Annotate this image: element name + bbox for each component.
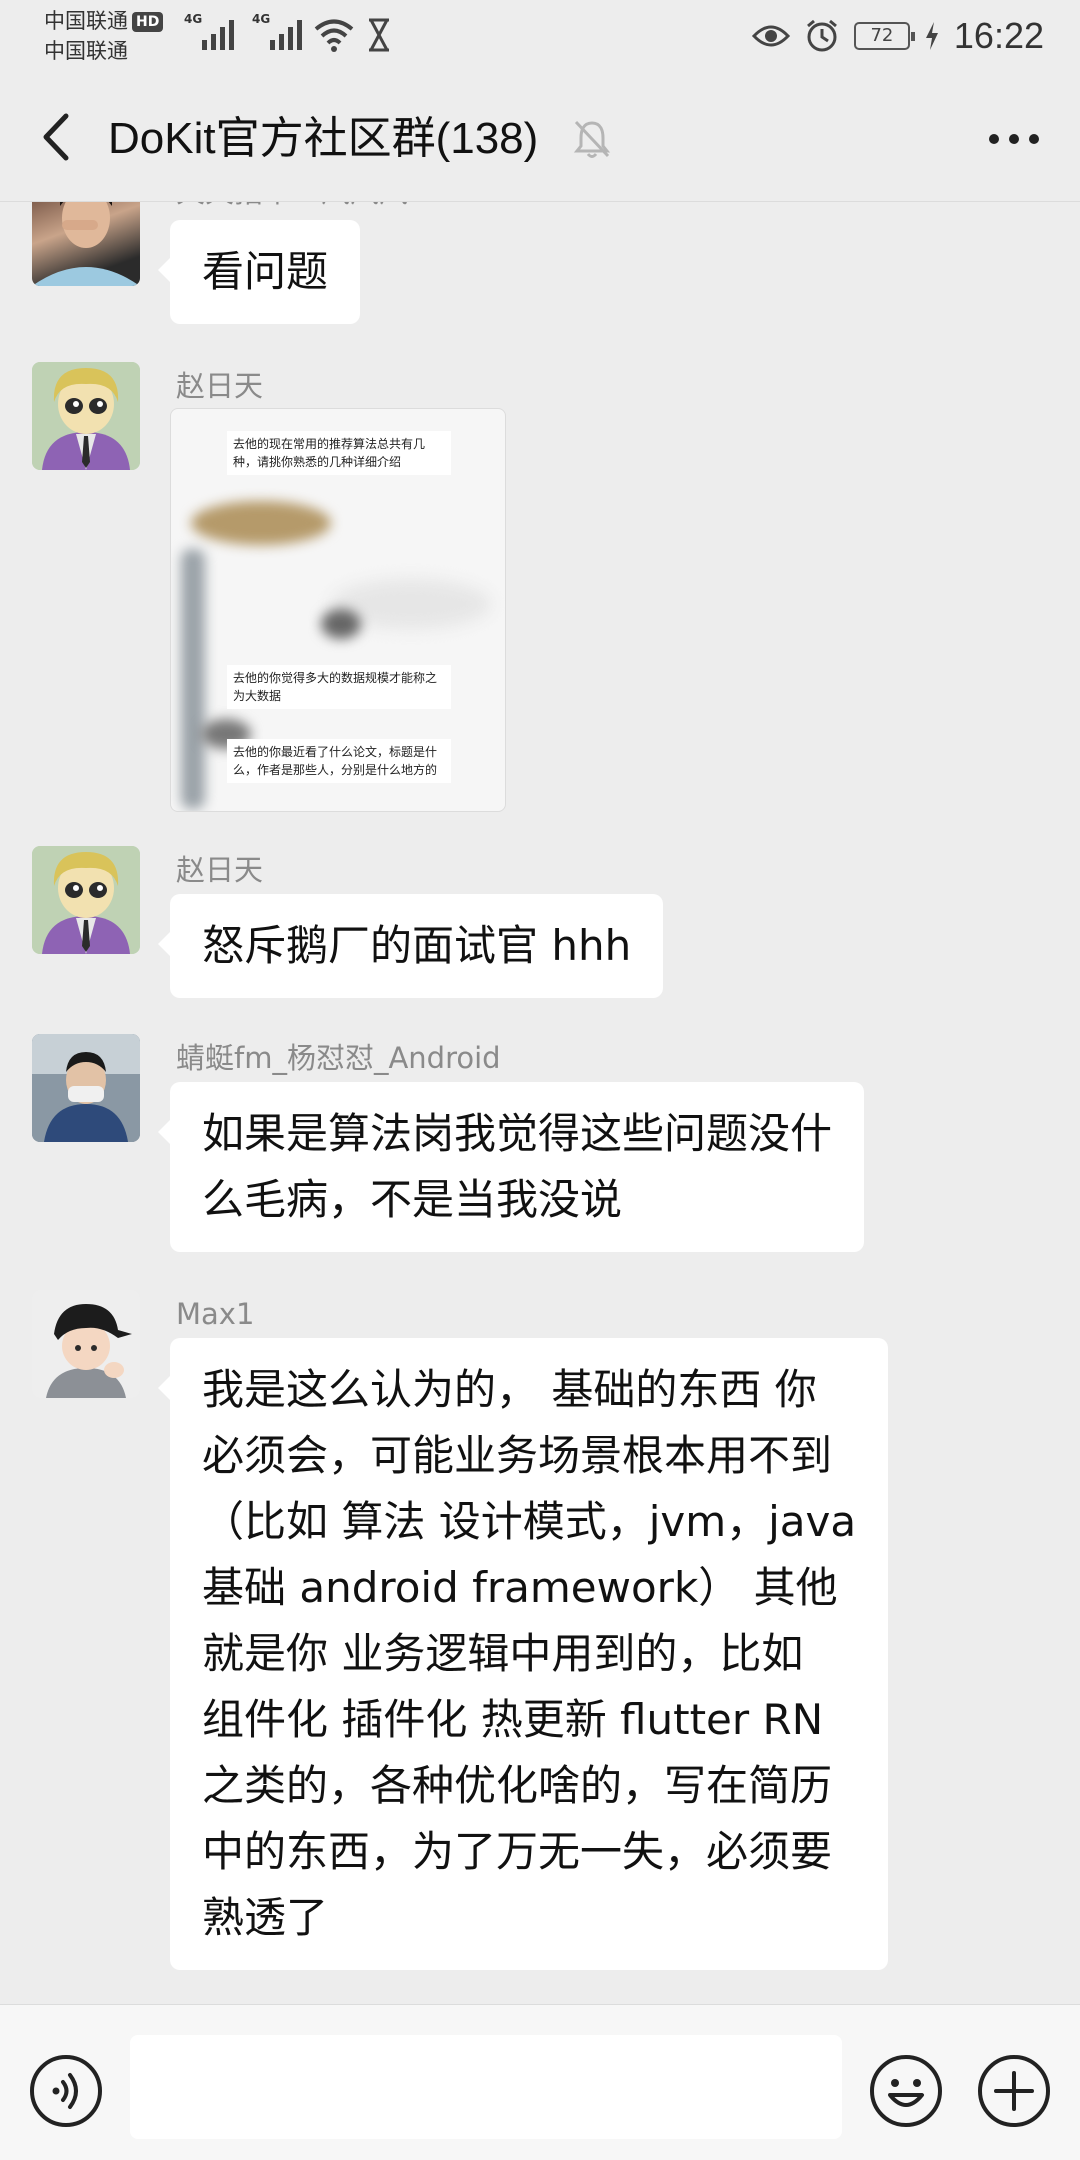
status-right: 72 16:22 [751,14,1044,58]
hourglass-icon [369,18,389,52]
eye-comfort-icon [751,25,790,47]
sender-name: Max1 [176,1297,255,1331]
message-bubble[interactable]: 看问题 [157,220,361,324]
image-caption: 去他的你最近看了什么论文，标题是什么，作者是那些人，分别是什么地方的 [227,739,451,783]
status-bar: 中国联通 HD 中国联通 4G 4G 72 16:22 [0,0,1080,72]
message-line: 我是这么认为的， 基础的东西 你 [202,1365,817,1414]
message-line: 组件化 插件化 热更新 flutter RN [202,1695,824,1744]
sender-name: 天天指草一风风风 [176,202,408,210]
message-bubble[interactable]: 怒斥鹅厂的面试官 hhh [157,894,664,998]
bell-muted-icon [573,120,611,158]
message-list[interactable]: 天天指草一风风风 看问题 赵日天 去他的现在常用的推荐算法总共有几种，请挑你熟悉… [0,202,1080,2004]
message-bubble[interactable]: 如果是算法岗我觉得这些问题没什 么毛病，不是当我没说 [157,1082,865,1252]
message-line: 熟透了 [202,1893,329,1942]
message-line: 就是你 业务逻辑中用到的，比如 [202,1629,804,1678]
message-line: 基础 android framework） 其他 [202,1563,838,1612]
carrier-info: 中国联通 HD 中国联通 [44,6,164,66]
message-line: （比如 算法 设计模式，jvm，java [202,1497,857,1546]
message-bubble[interactable]: 我是这么认为的， 基础的东西 你 必须会，可能业务场景根本用不到 （比如 算法 … [157,1338,889,1970]
carrier-name-2: 中国联通 [44,39,128,63]
avatar[interactable] [32,362,140,470]
message-line: 如果是算法岗我觉得这些问题没什 [202,1109,833,1158]
avatar[interactable] [32,1034,140,1142]
voice-icon[interactable] [28,2053,104,2129]
plus-icon[interactable] [976,2053,1052,2129]
emoji-icon[interactable] [868,2053,944,2129]
message-line: 必须会，可能业务场景根本用不到 [202,1431,833,1480]
sender-name: 赵日天 [176,853,264,887]
message-line: 么毛病，不是当我没说 [202,1175,623,1224]
hd-badge: HD [132,12,164,32]
image-caption: 去他的你觉得多大的数据规模才能称之为大数据 [227,665,451,709]
image-message[interactable]: 去他的现在常用的推荐算法总共有几种，请挑你熟悉的几种详细介绍 去他的你觉得多大的… [170,408,506,812]
wifi-icon [314,19,354,52]
sender-name: 蜻蜓fm_杨怼怼_Android [176,1041,501,1075]
chat-header: DoKit官方社区群(138) [0,72,1080,202]
image-caption: 去他的现在常用的推荐算法总共有几种，请挑你熟悉的几种详细介绍 [227,431,451,475]
avatar[interactable] [32,846,140,954]
charging-icon [925,22,938,50]
message-input[interactable] [130,2035,842,2139]
message-line: 之类的，各种优化啥的，写在简历 [202,1761,833,1810]
more-dots-icon[interactable] [984,112,1044,166]
chat-title: DoKit官方社区群(138) [108,114,539,163]
avatar[interactable] [32,1290,140,1398]
input-bar [0,2004,1080,2160]
message-line: 中的东西，为了万无一失，必须要 [202,1827,833,1876]
avatar[interactable] [32,202,140,286]
battery-indicator: 72 [853,22,915,50]
carrier-name-1: 中国联通 [44,9,128,33]
back-arrow-icon[interactable] [28,104,88,170]
clock: 16:22 [953,15,1044,56]
sender-name: 赵日天 [176,369,264,403]
alarm-icon [806,19,837,52]
